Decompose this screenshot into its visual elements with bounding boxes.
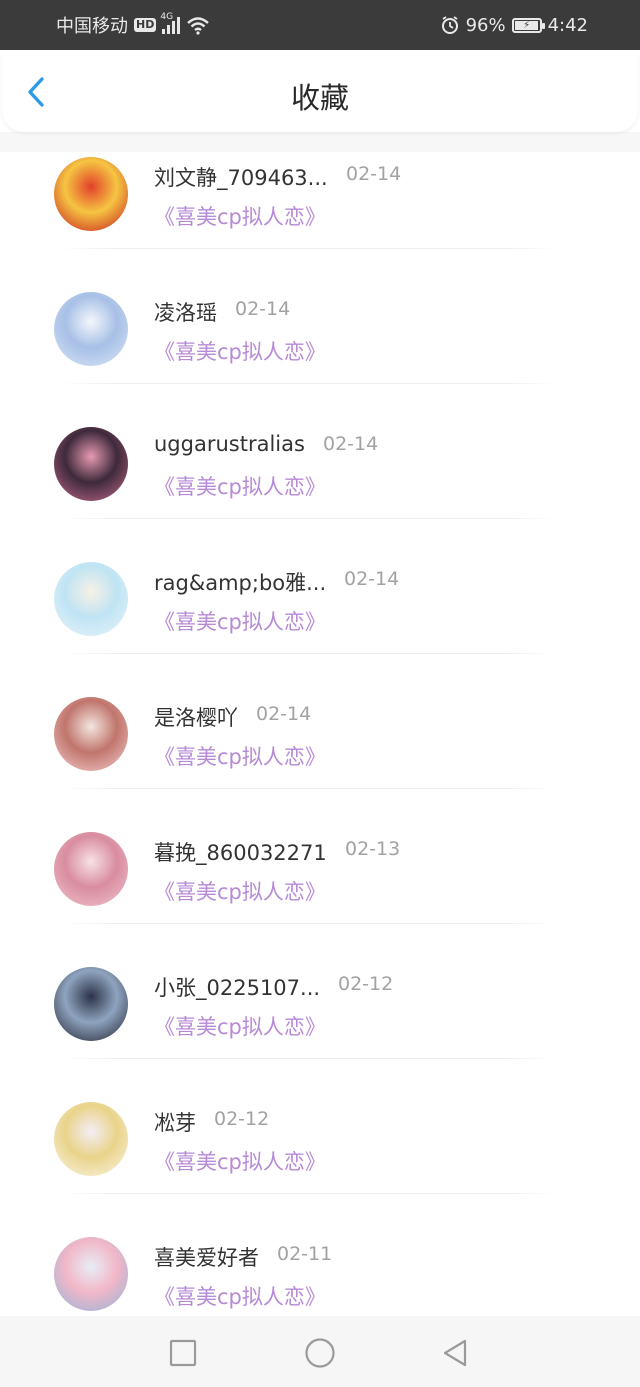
avatar[interactable] — [54, 832, 128, 906]
user-name[interactable]: rag&amp;bo雅... — [154, 567, 326, 597]
story-link[interactable]: 《喜美cp拟人恋》 — [154, 201, 326, 231]
user-name[interactable]: 凇芽 — [154, 1107, 196, 1137]
post-date: 02-12 — [338, 973, 394, 995]
user-name[interactable]: 是洛樱吖 — [154, 702, 238, 732]
story-link[interactable]: 《喜美cp拟人恋》 — [154, 741, 326, 771]
page-title: 收藏 — [290, 81, 349, 115]
post-date: 02-14 — [344, 568, 400, 590]
post-date: 02-14 — [235, 298, 291, 320]
avatar[interactable] — [54, 1102, 128, 1176]
favorite-item[interactable]: rag&amp;bo雅... 02-14 《喜美cp拟人恋》 — [0, 557, 640, 692]
avatar[interactable] — [54, 697, 128, 771]
story-link[interactable]: 《喜美cp拟人恋》 — [154, 1281, 326, 1311]
row-divider — [60, 1058, 560, 1059]
battery-icon: ⚡ — [511, 17, 545, 33]
post-date: 02-11 — [277, 1243, 333, 1265]
row-divider — [60, 383, 560, 384]
battery-percent: 96% — [465, 14, 506, 36]
post-date: 02-12 — [214, 1108, 270, 1130]
post-date: 02-14 — [323, 433, 379, 455]
status-left: 中国移动 HD 4G — [56, 0, 210, 50]
hd-badge: HD — [134, 18, 157, 32]
story-link[interactable]: 《喜美cp拟人恋》 — [154, 336, 326, 366]
favorite-item[interactable]: 凌洛瑶 02-14 《喜美cp拟人恋》 — [0, 287, 640, 422]
favorites-list: 刘文静_709463... 02-14 《喜美cp拟人恋》 凌洛瑶 02-14 《喜美cp… — [0, 152, 640, 1367]
avatar[interactable] — [54, 427, 128, 501]
circle-icon[interactable] — [303, 1336, 337, 1370]
navigation-bar — [0, 1316, 640, 1387]
network-type: 4G — [160, 12, 174, 22]
wifi-icon — [187, 17, 210, 35]
avatar[interactable] — [54, 1237, 128, 1311]
post-date: 02-14 — [346, 163, 402, 185]
favorite-item[interactable]: 凇芽 02-12 《喜美cp拟人恋》 — [0, 1097, 640, 1232]
avatar[interactable] — [54, 562, 128, 636]
favorite-item[interactable]: 是洛樱吖 02-14 《喜美cp拟人恋》 — [0, 692, 640, 827]
favorite-item[interactable]: 暮挽_860032271 02-13 《喜美cp拟人恋》 — [0, 827, 640, 962]
user-name[interactable]: 凌洛瑶 — [154, 297, 217, 327]
user-name[interactable]: uggarustralias — [154, 432, 305, 456]
avatar[interactable] — [54, 967, 128, 1041]
top-header: 收藏 — [2, 52, 638, 132]
story-link[interactable]: 《喜美cp拟人恋》 — [154, 1011, 326, 1041]
post-date: 02-13 — [345, 838, 401, 860]
status-right: 96% ⚡ 4:42 — [440, 0, 588, 50]
story-link[interactable]: 《喜美cp拟人恋》 — [154, 606, 326, 636]
row-divider — [60, 248, 560, 249]
row-divider — [60, 653, 560, 654]
user-name[interactable]: 刘文静_709463... — [154, 162, 328, 192]
user-name[interactable]: 喜美爱好者 — [154, 1242, 259, 1272]
carrier-name: 中国移动 — [56, 16, 128, 37]
signal-icon: 4G — [160, 12, 181, 34]
row-divider — [60, 518, 560, 519]
row-divider — [60, 788, 560, 789]
clock: 4:42 — [547, 14, 588, 36]
alarm-icon — [441, 16, 458, 34]
story-link[interactable]: 《喜美cp拟人恋》 — [154, 1146, 326, 1176]
triangle-back-icon[interactable] — [440, 1338, 470, 1368]
avatar[interactable] — [54, 157, 128, 231]
square-icon[interactable] — [168, 1338, 198, 1368]
user-name[interactable]: 小张_0225107... — [154, 972, 320, 1002]
row-divider — [60, 923, 560, 924]
story-link[interactable]: 《喜美cp拟人恋》 — [154, 876, 326, 906]
header-spacer — [0, 132, 640, 152]
charging-icon: ⚡ — [523, 19, 531, 31]
user-name[interactable]: 暮挽_860032271 — [154, 837, 327, 867]
post-date: 02-14 — [256, 703, 312, 725]
favorite-item[interactable]: 小张_0225107... 02-12 《喜美cp拟人恋》 — [0, 962, 640, 1097]
favorite-item[interactable]: uggarustralias 02-14 《喜美cp拟人恋》 — [0, 422, 640, 557]
avatar[interactable] — [54, 292, 128, 366]
favorite-item[interactable]: 刘文静_709463... 02-14 《喜美cp拟人恋》 — [0, 152, 640, 287]
story-link[interactable]: 《喜美cp拟人恋》 — [154, 471, 326, 501]
row-divider — [60, 1193, 560, 1194]
status-bar: 中国移动 HD 4G 96% ⚡ 4:42 — [0, 0, 640, 50]
